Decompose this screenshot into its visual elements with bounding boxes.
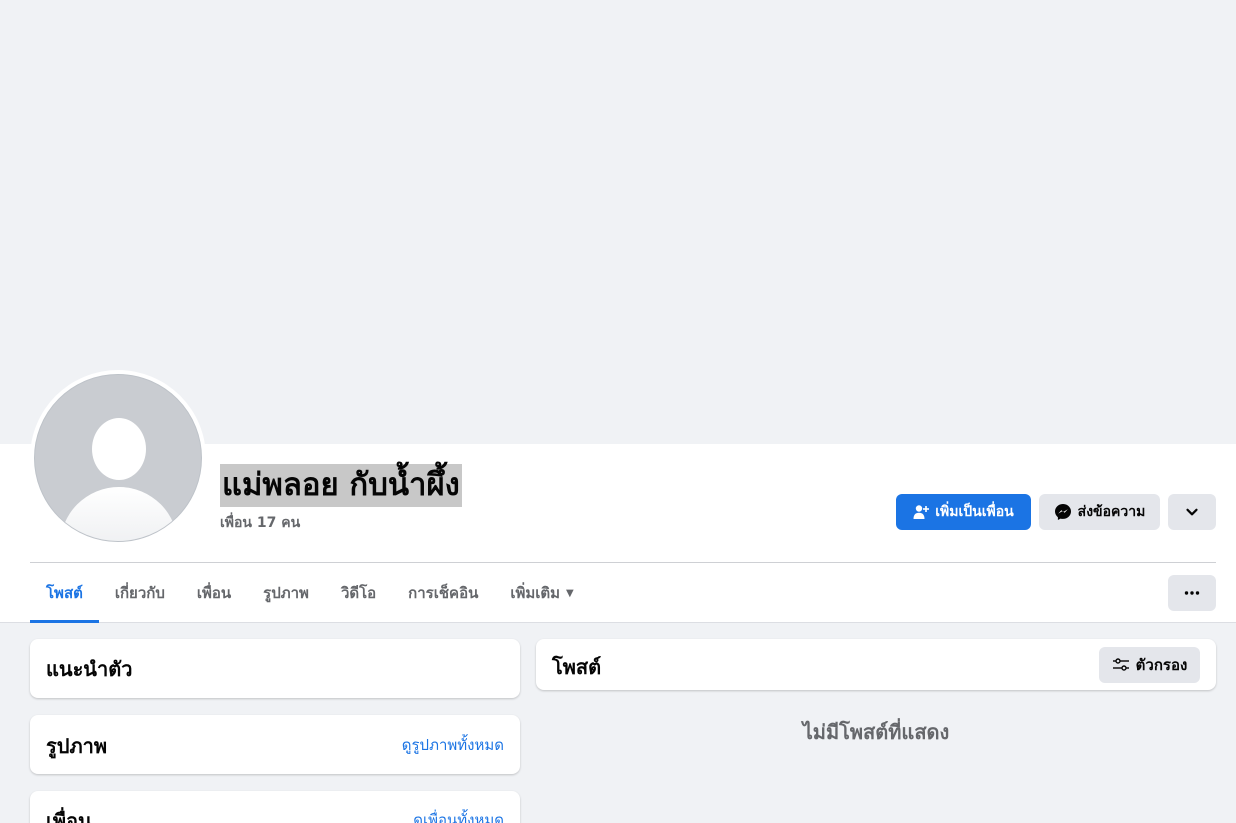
filter-label: ตัวกรอง bbox=[1135, 656, 1188, 674]
profile-page: แม่พลอย กับน้ำผึ้ง เพื่อน 17 คน เพิ่มเป็… bbox=[0, 0, 1236, 823]
see-all-photos-link[interactable]: ดูรูปภาพทั้งหมด bbox=[402, 733, 504, 757]
more-options-button[interactable] bbox=[1168, 575, 1216, 611]
profile-tabs: โพสต์ เกี่ยวกับ เพื่อน รูปภาพ วิดีโอ การ… bbox=[30, 563, 590, 623]
tab-posts[interactable]: โพสต์ bbox=[30, 563, 99, 623]
add-friend-button[interactable]: เพิ่มเป็นเพื่อน bbox=[896, 494, 1031, 530]
more-actions-button[interactable] bbox=[1168, 494, 1216, 530]
see-all-friends-link[interactable]: ดูเพื่อนทั้งหมด bbox=[413, 808, 504, 823]
intro-card: แนะนำตัว bbox=[30, 639, 520, 698]
tab-videos[interactable]: วิดีโอ bbox=[325, 563, 392, 623]
cover-photo bbox=[0, 0, 1236, 444]
tab-about[interactable]: เกี่ยวกับ bbox=[99, 563, 181, 623]
profile-picture[interactable] bbox=[30, 370, 206, 546]
photos-card: รูปภาพ ดูรูปภาพทั้งหมด bbox=[30, 715, 520, 774]
tab-more[interactable]: เพิ่มเติม ▼ bbox=[494, 563, 589, 623]
add-friend-icon bbox=[913, 504, 930, 520]
friend-count[interactable]: เพื่อน 17 คน bbox=[220, 512, 300, 534]
chevron-down-icon bbox=[1185, 505, 1199, 519]
message-button[interactable]: ส่งข้อความ bbox=[1039, 494, 1160, 530]
caret-down-icon: ▼ bbox=[566, 587, 574, 599]
tab-photos[interactable]: รูปภาพ bbox=[247, 563, 325, 623]
filter-icon bbox=[1112, 658, 1130, 672]
add-friend-label: เพิ่มเป็นเพื่อน bbox=[935, 504, 1014, 520]
profile-name: แม่พลอย กับน้ำผึ้ง bbox=[220, 464, 462, 507]
posts-card: โพสต์ ตัวกรอง bbox=[536, 639, 1216, 690]
tab-friends[interactable]: เพื่อน bbox=[181, 563, 247, 623]
message-label: ส่งข้อความ bbox=[1077, 504, 1146, 520]
intro-title: แนะนำตัว bbox=[46, 657, 133, 681]
messenger-icon bbox=[1054, 503, 1072, 521]
profile-actions: เพิ่มเป็นเพื่อน ส่งข้อความ bbox=[896, 494, 1216, 530]
ellipsis-icon bbox=[1184, 591, 1200, 595]
photos-title: รูปภาพ bbox=[46, 734, 108, 758]
posts-title: โพสต์ bbox=[552, 655, 602, 679]
friends-title: เพื่อน bbox=[46, 809, 92, 823]
tab-checkins[interactable]: การเช็คอิน bbox=[392, 563, 494, 623]
no-posts-message: ไม่มีโพสต์ที่แสดง bbox=[802, 720, 950, 744]
filter-button[interactable]: ตัวกรอง bbox=[1099, 647, 1200, 683]
default-avatar-icon bbox=[34, 374, 202, 542]
friends-card: เพื่อน ดูเพื่อนทั้งหมด bbox=[30, 791, 520, 823]
